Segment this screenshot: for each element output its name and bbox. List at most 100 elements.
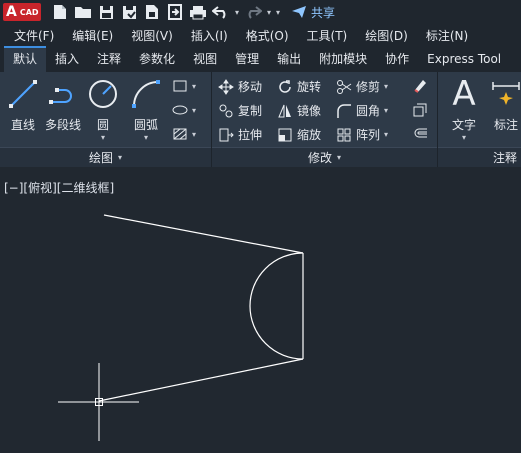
offset-tool-button[interactable] xyxy=(412,126,428,142)
tab-default[interactable]: 默认 xyxy=(4,46,47,72)
menu-file[interactable]: 文件(F) xyxy=(0,27,63,44)
scale-tool-button[interactable]: 缩放 xyxy=(277,126,321,143)
menu-tools[interactable]: 工具(T) xyxy=(298,27,357,44)
ellipse-tool-button[interactable]: ▾ xyxy=(172,102,196,118)
arc-icon xyxy=(130,78,162,110)
eraser-icon xyxy=(412,78,428,94)
line-icon xyxy=(7,78,39,110)
menu-bar: 文件(F) 编辑(E) 视图(V) 插入(I) 格式(O) 工具(T) 绘图(D… xyxy=(0,24,521,46)
ellipse-dropdown-icon[interactable]: ▾ xyxy=(192,106,196,115)
polyline-tool-label: 多段线 xyxy=(44,118,81,132)
drawing-canvas[interactable]: [−][俯视][二维线框] xyxy=(0,167,521,453)
upper-slanted-line[interactable] xyxy=(103,214,304,254)
undo-dropdown-icon[interactable]: ▾ xyxy=(235,8,239,17)
draw-panel-expand-icon: ▾ xyxy=(118,153,123,162)
scale-tool-label: 缩放 xyxy=(297,128,322,142)
modify-panel: 移动 旋转 修剪 ▾ 复制 镜像 圆角 ▾ 拉伸 缩放 阵列 ▾ 修改 ▾ xyxy=(212,72,438,167)
polyline-tool-button[interactable]: 多段线 xyxy=(41,78,85,133)
text-tool-button[interactable]: A 文字 ▾ xyxy=(442,77,486,142)
array-tool-button[interactable]: 阵列 ▾ xyxy=(336,126,388,143)
modify-panel-title[interactable]: 修改 ▾ xyxy=(212,147,437,167)
annotation-panel-title[interactable]: 注释 xyxy=(438,147,521,167)
move-tool-button[interactable]: 移动 xyxy=(218,78,262,95)
ribbon-panel: 直线 多段线 圆 ▾ 圆弧 ▾ ▾ ▾ ▾ 绘图 ▾ 移动 旋转 修剪 ▾ 复制… xyxy=(0,72,521,167)
customize-icon[interactable]: ▾ xyxy=(276,8,280,17)
share-icon xyxy=(292,6,307,18)
redo-dropdown-icon[interactable]: ▾ xyxy=(267,8,271,17)
save-as-icon[interactable] xyxy=(120,3,138,21)
stretch-tool-label: 拉伸 xyxy=(238,128,263,142)
open-folder-icon[interactable] xyxy=(74,3,92,21)
crosshair-cursor-icon xyxy=(58,363,139,441)
hatch-tool-button[interactable]: ▾ xyxy=(172,126,196,142)
fillet-tool-button[interactable]: 圆角 ▾ xyxy=(336,102,388,119)
tab-insert[interactable]: 插入 xyxy=(46,46,88,72)
mirror-tool-label: 镜像 xyxy=(297,104,322,118)
circle-icon xyxy=(87,78,119,110)
move-icon xyxy=(218,78,234,95)
publish-icon[interactable] xyxy=(143,3,161,21)
fillet-tool-label: 圆角 xyxy=(356,104,381,118)
undo-icon[interactable] xyxy=(212,3,230,21)
rotate-tool-button[interactable]: 旋转 xyxy=(277,78,321,95)
menu-format[interactable]: 格式(O) xyxy=(237,27,298,44)
redo-icon[interactable] xyxy=(244,3,263,21)
arc-dropdown-icon[interactable]: ▾ xyxy=(144,133,148,142)
tab-view[interactable]: 视图 xyxy=(184,46,226,72)
drawing-geometry xyxy=(58,214,304,441)
circle-tool-button[interactable]: 圆 ▾ xyxy=(81,78,125,142)
trim-dropdown-icon[interactable]: ▾ xyxy=(384,82,388,91)
fillet-dropdown-icon[interactable]: ▾ xyxy=(384,106,388,115)
text-tool-label: 文字 xyxy=(451,118,476,132)
draw-panel-title[interactable]: 绘图 ▾ xyxy=(0,147,211,167)
circle-dropdown-icon[interactable]: ▾ xyxy=(101,133,105,142)
rectangle-dropdown-icon[interactable]: ▾ xyxy=(192,82,196,91)
annotation-panel: A 文字 ▾ 标注 注释 xyxy=(438,72,521,167)
line-tool-button[interactable]: 直线 xyxy=(1,78,45,133)
tab-addins[interactable]: 附加模块 xyxy=(310,46,376,72)
semicircle-arc[interactable] xyxy=(249,252,304,360)
copy-tool-button[interactable]: 复制 xyxy=(218,102,262,119)
rectangle-tool-button[interactable]: ▾ xyxy=(172,78,196,94)
hatch-dropdown-icon[interactable]: ▾ xyxy=(192,130,196,139)
menu-view[interactable]: 视图(V) xyxy=(122,27,182,44)
trim-tool-label: 修剪 xyxy=(356,80,381,94)
tab-annotate[interactable]: 注释 xyxy=(88,46,130,72)
tab-manage[interactable]: 管理 xyxy=(226,46,268,72)
array-icon xyxy=(336,127,352,143)
move-tool-label: 移动 xyxy=(238,80,263,94)
tab-output[interactable]: 输出 xyxy=(268,46,310,72)
copy-tool-label: 复制 xyxy=(238,104,263,118)
menu-draw[interactable]: 绘图(D) xyxy=(356,27,417,44)
dimension-tool-button[interactable]: 标注 xyxy=(484,78,521,133)
quick-access-toolbar: ▾ ▾ ▾ 共享 xyxy=(51,3,335,21)
text-dropdown-icon[interactable]: ▾ xyxy=(462,133,466,142)
tab-parametric[interactable]: 参数化 xyxy=(130,46,184,72)
erase-tool-button[interactable] xyxy=(412,78,428,94)
tab-express-tools[interactable]: Express Tool xyxy=(418,46,510,72)
import-icon[interactable] xyxy=(166,3,184,21)
explode-tool-button[interactable] xyxy=(412,102,428,118)
tab-collaborate[interactable]: 协作 xyxy=(376,46,418,72)
menu-insert[interactable]: 插入(I) xyxy=(182,27,237,44)
offset-icon xyxy=(412,126,428,142)
mirror-tool-button[interactable]: 镜像 xyxy=(277,102,321,119)
stretch-tool-button[interactable]: 拉伸 xyxy=(218,126,262,143)
modify-panel-title-text: 修改 xyxy=(307,151,332,165)
trim-tool-button[interactable]: 修剪 ▾ xyxy=(336,78,388,95)
stretch-icon xyxy=(218,127,234,143)
menu-edit[interactable]: 编辑(E) xyxy=(63,27,122,44)
modify-panel-expand-icon: ▾ xyxy=(337,153,342,162)
print-icon[interactable] xyxy=(189,3,207,21)
save-icon[interactable] xyxy=(97,3,115,21)
share-label: 共享 xyxy=(311,5,336,20)
new-file-icon[interactable] xyxy=(51,3,69,21)
lower-slanted-line[interactable] xyxy=(98,358,304,402)
app-logo-letter: A xyxy=(6,4,17,20)
arc-tool-button[interactable]: 圆弧 ▾ xyxy=(124,78,168,142)
menu-dimension[interactable]: 标注(N) xyxy=(417,27,477,44)
array-dropdown-icon[interactable]: ▾ xyxy=(384,130,388,139)
app-logo[interactable]: A CAD xyxy=(3,3,41,21)
share-button[interactable]: 共享 xyxy=(291,4,335,21)
rotate-icon xyxy=(277,79,293,95)
